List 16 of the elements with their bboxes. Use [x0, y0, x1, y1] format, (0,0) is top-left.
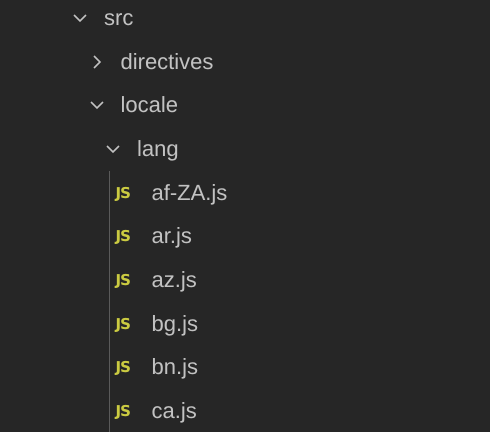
file-item[interactable]: JS bn.js — [0, 346, 490, 390]
folder-item[interactable]: lang — [0, 127, 490, 171]
file-item[interactable]: JS ca.js — [0, 389, 490, 432]
file-item[interactable]: JS af-ZA.js — [0, 170, 490, 214]
js-file-icon: JS — [116, 184, 138, 202]
js-file-icon: JS — [116, 402, 138, 420]
folder-item[interactable]: src — [0, 0, 490, 40]
file-item[interactable]: JS bg.js — [0, 302, 490, 346]
file-item[interactable]: JS az.js — [0, 258, 490, 302]
folder-item[interactable]: locale — [0, 83, 490, 128]
js-file-icon: JS — [116, 227, 138, 246]
js-file-icon: JS — [116, 314, 138, 333]
file-item[interactable]: JS ar.js — [0, 214, 490, 258]
js-file-icon: JS — [116, 270, 138, 289]
js-file-icon: JS — [116, 358, 138, 376]
folder-item[interactable]: directives — [0, 40, 490, 84]
